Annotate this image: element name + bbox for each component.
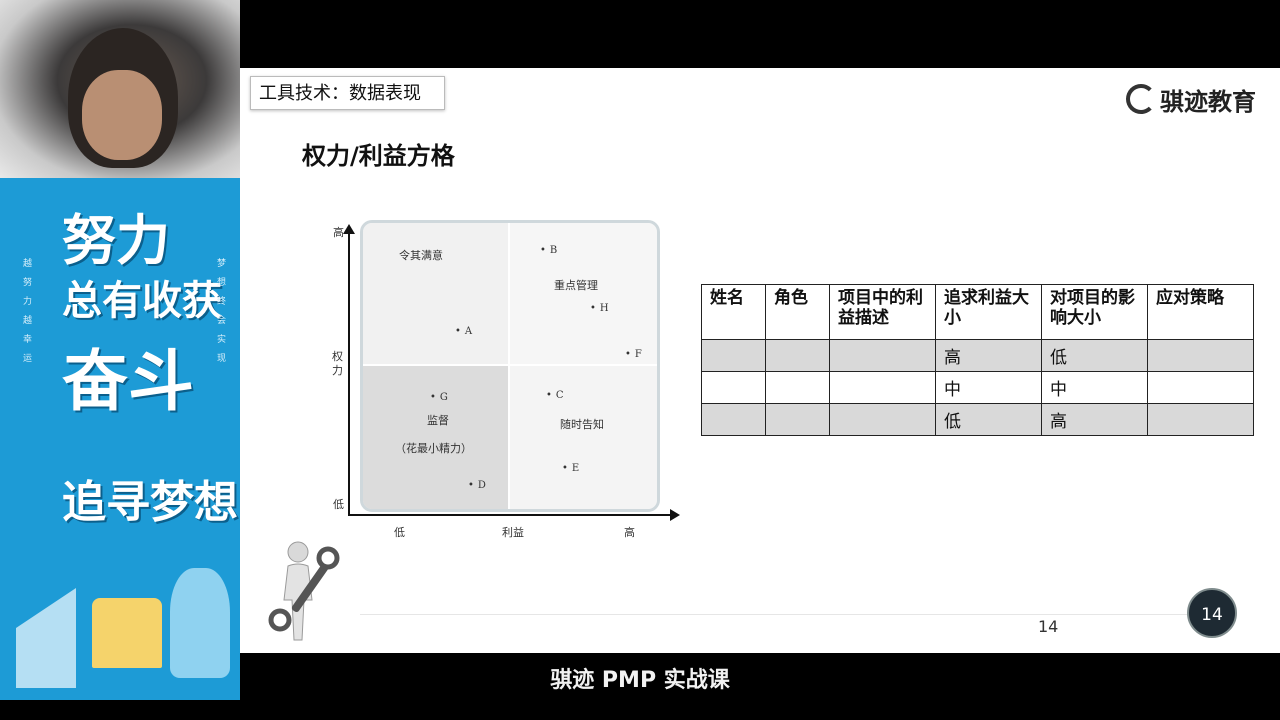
table-cell — [1147, 371, 1254, 404]
logo-text: 骐迹教育 — [1160, 87, 1256, 116]
open-book-icon — [92, 598, 162, 668]
table-cell: 中 — [1041, 371, 1148, 404]
grid-point-f: F — [625, 349, 642, 360]
slide-title: 权力/利益方格 — [302, 142, 455, 170]
grid-point-h: H — [590, 303, 609, 314]
quadrant-bottom-left: 监督 （花最小精力） — [363, 366, 510, 509]
quadrant-label-monitor-sub: （花最小精力） — [395, 442, 472, 455]
table-cell — [765, 403, 830, 436]
col-header-strategy: 应对策略 — [1147, 284, 1254, 340]
tool-tag: 工具技术：数据表现 — [250, 76, 445, 110]
banner-line2: 总有收获 — [62, 278, 222, 324]
x-axis-arrow-icon — [670, 509, 680, 521]
company-logo: 骐迹教育 — [1126, 82, 1256, 116]
quadrant-bottom-right: 随时告知 — [510, 366, 657, 509]
banner-line1: 努力 — [62, 209, 170, 272]
x-axis-line — [348, 514, 672, 516]
table-cell: 低 — [935, 403, 1042, 436]
y-axis-title: 权力 — [332, 350, 343, 377]
quadrant-label-keep-satisfied: 令其满意 — [399, 249, 443, 262]
col-header-name: 姓名 — [701, 284, 766, 340]
table-cell — [829, 339, 936, 372]
quadrant-top-right: 重点管理 — [510, 223, 657, 366]
webcam-video — [0, 0, 240, 178]
table-cell: 低 — [1041, 339, 1148, 372]
quadrant-label-manage-closely: 重点管理 — [554, 279, 598, 292]
banner-side-right: 梦想终会实现 — [215, 258, 225, 372]
table-cell — [829, 371, 936, 404]
page-number: 14 — [1038, 617, 1059, 636]
page-badge: 14 — [1187, 588, 1237, 638]
table-cell — [701, 339, 766, 372]
table-cell — [765, 371, 830, 404]
table-cell: 高 — [935, 339, 1042, 372]
stakeholder-table: 姓名 角色 项目中的利益描述 追求利益大小 对项目的影响大小 应对策略 高 低 … — [701, 284, 1254, 436]
quadrant-label-monitor: 监督 — [427, 414, 449, 427]
x-axis-title: 利益 — [502, 526, 524, 539]
col-header-interest-desc: 项目中的利益描述 — [829, 284, 936, 340]
wrench-man-icon — [268, 541, 340, 641]
table-cell — [701, 403, 766, 436]
table-cell: 中 — [935, 371, 1042, 404]
table-row: 高 低 — [701, 339, 1254, 372]
banner-line3: 奋斗 — [62, 343, 194, 420]
table-header-row: 姓名 角色 项目中的利益描述 追求利益大小 对项目的影响大小 应对策略 — [701, 284, 1254, 340]
banner-side-left: 越努力越幸运 — [21, 258, 31, 372]
quadrant-top-left: 令其满意 — [363, 223, 510, 366]
grid-point-a: A — [455, 326, 472, 337]
y-axis-high-label: 高 — [333, 226, 344, 239]
table-cell — [701, 371, 766, 404]
banner-line4: 追寻梦想 — [62, 477, 238, 528]
table-cell — [765, 339, 830, 372]
table-cell: 高 — [1041, 403, 1148, 436]
grid-point-e: E — [562, 463, 579, 474]
motivation-banner: 努力 总有收获 奋斗 追寻梦想 越努力越幸运 梦想终会实现 — [0, 178, 240, 700]
grid-point-b: B — [540, 245, 557, 256]
y-axis-low-label: 低 — [333, 498, 344, 511]
table-row: 低 高 — [701, 403, 1254, 436]
grid-point-g: G — [430, 392, 448, 403]
grid-point-d: D — [468, 480, 486, 491]
presenter-face — [82, 70, 162, 160]
table-cell — [829, 403, 936, 436]
y-axis-arrow-icon — [343, 224, 355, 234]
table-cell — [1147, 403, 1254, 436]
course-caption: 骐迹 PMP 实战课 — [550, 668, 730, 693]
table-cell — [1147, 339, 1254, 372]
logo-mark-icon — [1126, 84, 1156, 114]
x-axis-low-label: 低 — [394, 526, 405, 539]
table-row: 中 中 — [701, 371, 1254, 404]
col-header-role: 角色 — [765, 284, 830, 340]
power-interest-grid: 令其满意 重点管理 监督 （花最小精力） 随时告知 A B C D E F G … — [360, 220, 660, 512]
grid-point-c: C — [546, 390, 564, 401]
quadrant-label-keep-informed: 随时告知 — [560, 418, 604, 431]
x-axis-high-label: 高 — [624, 526, 635, 539]
col-header-interest-level: 追求利益大小 — [935, 284, 1042, 340]
y-axis-line — [348, 232, 350, 516]
footer-rule — [360, 614, 1200, 615]
col-header-influence-level: 对项目的影响大小 — [1041, 284, 1148, 340]
